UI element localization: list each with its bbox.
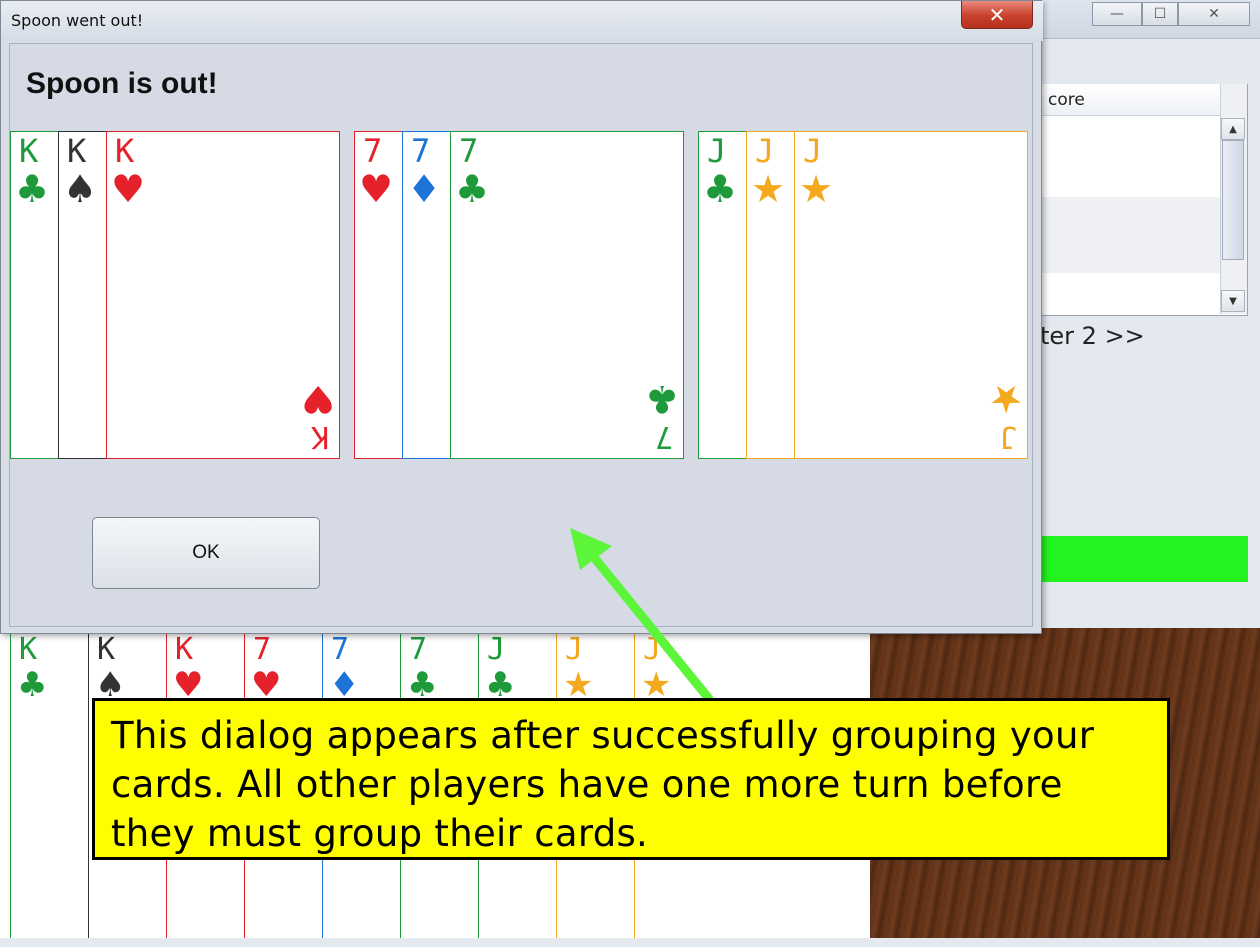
- suit-icon: ♣: [703, 167, 738, 211]
- scroll-down-icon[interactable]: ▼: [1221, 290, 1245, 312]
- meld-card-kings: K ♠: [58, 131, 108, 459]
- suit-icon: ♦: [329, 665, 360, 705]
- minimize-icon: —: [1110, 6, 1124, 22]
- suit-icon: ♣: [15, 167, 50, 211]
- table-row[interactable]: [1040, 120, 1220, 158]
- next-player-link[interactable]: ter 2 >>: [1040, 322, 1145, 350]
- suit-icon: ♣: [407, 665, 438, 705]
- card-rank: 7: [459, 132, 479, 170]
- card-rank: J: [487, 632, 506, 667]
- card-rank-bottom: K: [310, 419, 329, 454]
- card-rank: K: [67, 132, 87, 170]
- suit-icon: ♦: [407, 167, 442, 211]
- suit-icon: ♥: [173, 665, 204, 705]
- table-row[interactable]: [1040, 197, 1220, 235]
- suit-icon: ♣: [644, 377, 679, 421]
- card-rank: K: [97, 632, 116, 667]
- card-rank: K: [115, 132, 135, 170]
- maximize-button[interactable]: ☐: [1142, 2, 1178, 26]
- card-rank: K: [175, 632, 194, 667]
- meld-card-kings: K ♥ ♥ K: [106, 131, 340, 459]
- suit-icon: ★: [988, 377, 1023, 421]
- suit-icon: ♥: [251, 665, 282, 705]
- suit-icon: ★: [751, 167, 786, 211]
- dialog-heading: Spoon is out!: [26, 67, 218, 100]
- meld-card-sevens: 7 ♣ ♣ 7: [450, 131, 684, 459]
- card-rank: J: [803, 132, 823, 170]
- card-rank: 7: [253, 632, 272, 667]
- suit-icon: ♠: [63, 167, 98, 211]
- annotation-arrow: [570, 528, 714, 703]
- meld-card-kings: K ♣: [10, 131, 60, 459]
- hand-card[interactable]: K ♣: [10, 628, 88, 938]
- meld-card-sevens: 7 ♦: [402, 131, 452, 459]
- score-column-header[interactable]: core: [1040, 84, 1220, 116]
- suit-icon: ♠: [95, 665, 126, 705]
- table-row[interactable]: [1040, 235, 1220, 273]
- card-rank: 7: [331, 632, 350, 667]
- suit-icon: ★: [799, 167, 834, 211]
- card-rank-bottom: J: [998, 419, 1017, 454]
- card-rank: 7: [411, 132, 431, 170]
- tutorial-callout: This dialog appears after successfully g…: [92, 698, 1170, 860]
- main-close-button[interactable]: ✕: [1178, 2, 1250, 26]
- suit-icon: ♥: [300, 377, 335, 421]
- card-rank: J: [707, 132, 727, 170]
- suit-icon: ♣: [17, 665, 48, 705]
- suit-icon: ♥: [359, 167, 394, 211]
- meld-card-jacks: J ♣: [698, 131, 748, 459]
- card-rank: J: [755, 132, 775, 170]
- meld-card-jacks: J ★ ★ J: [794, 131, 1028, 459]
- close-icon: ✕: [988, 2, 1006, 27]
- scroll-up-icon[interactable]: ▲: [1221, 118, 1245, 140]
- suit-icon: ♥: [111, 167, 146, 211]
- dialog-close-button[interactable]: ✕: [961, 1, 1033, 29]
- suit-icon: ♣: [455, 167, 490, 211]
- close-icon: ✕: [1208, 6, 1220, 22]
- spoon-out-dialog: Spoon went out! ✕ Spoon is out! K ♣ K ♠ K ♥ ♥ K…: [0, 0, 1043, 634]
- ok-button[interactable]: OK: [92, 517, 320, 589]
- card-rank: 7: [363, 132, 383, 170]
- suit-icon: ♣: [485, 665, 516, 705]
- maximize-icon: ☐: [1153, 6, 1167, 22]
- status-bar: [1040, 536, 1248, 582]
- dialog-titlebar: [1, 1, 1043, 41]
- meld-card-sevens: 7 ♥: [354, 131, 404, 459]
- dialog-title: Spoon went out!: [11, 11, 144, 30]
- card-rank: 7: [409, 632, 428, 667]
- card-rank: K: [19, 632, 38, 667]
- meld-card-jacks: J ★: [746, 131, 796, 459]
- card-rank: K: [19, 132, 39, 170]
- scroll-thumb[interactable]: [1222, 140, 1244, 260]
- card-rank-bottom: 7: [654, 419, 673, 454]
- minimize-button[interactable]: —: [1092, 2, 1142, 26]
